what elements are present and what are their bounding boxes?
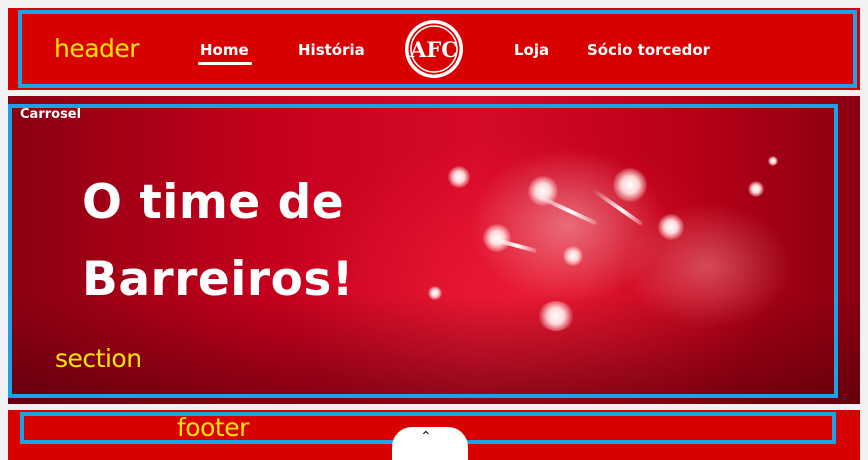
flare-spark [428,286,442,300]
flare-spark [563,246,583,266]
flare-streak [532,192,598,226]
flare-spark [613,168,647,202]
hero-title-line-2: Barreiros! [82,252,354,308]
club-logo: AFC [405,20,463,78]
flare-spark [538,301,574,331]
site-footer: footer ⌃ [8,410,860,460]
section-annotation-label: section [55,344,142,373]
flare-spark [658,214,684,240]
club-crest-icon[interactable]: AFC [403,18,465,80]
scroll-to-top-button[interactable]: ⌃ [392,427,468,460]
site-header: header Home História AFC Loja Sócio torc… [8,8,860,90]
footer-annotation-label: footer [177,413,249,442]
logo-text: AFC [409,37,458,62]
hero-title-line-1: O time de [82,175,345,230]
carousel-annotation-label: Carrosel [20,107,82,122]
flare-spark [748,181,764,197]
flare-spark [768,156,778,166]
nav-item-home[interactable]: Home [198,41,252,65]
flare-spark [448,166,470,188]
nav-item-historia[interactable]: História [298,41,365,59]
header-annotation-label: header [54,34,140,63]
chevron-up-icon: ⌃ [420,429,432,445]
hero-carousel[interactable]: Carrosel O time de Barreiros! section [8,96,860,404]
nav-item-loja[interactable]: Loja [514,41,549,59]
hero-title: O time de Barreiros! [82,164,412,318]
nav-item-socio-torcedor[interactable]: Sócio torcedor [587,41,710,59]
